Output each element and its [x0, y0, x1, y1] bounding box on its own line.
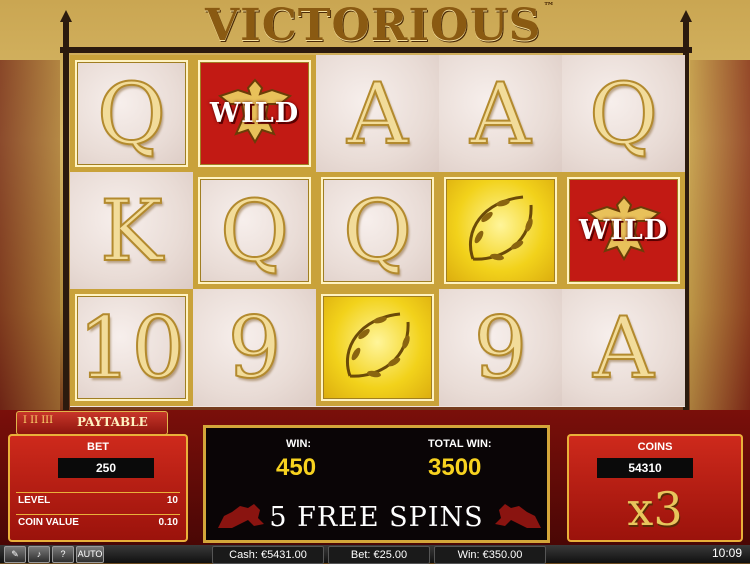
game-logo: VICTORIOUS ™ [205, 0, 554, 52]
reel-2-row-1-symbol: WILD [193, 55, 316, 172]
coin-value-row[interactable]: COIN VALUE 0.10 [16, 514, 180, 533]
reel-1-row-1-symbol: Q [70, 55, 193, 172]
reel-2-row-2-symbol: Q [193, 172, 316, 289]
symbol-letter: Q [219, 181, 290, 280]
wild-label: WILD [209, 98, 300, 129]
reel-4-row-3-symbol: 9 [439, 289, 562, 406]
level-value: 10 [166, 495, 178, 506]
paytable-label: PAYTABLE [77, 415, 148, 429]
reel-3-row-1-symbol: A [316, 55, 439, 172]
bet-value[interactable]: 250 [58, 458, 154, 478]
help-icon[interactable]: ? [52, 546, 74, 563]
reel-board: Q K 10 WILD Q 9 A Q A 9 Q WILD A [70, 55, 685, 407]
reel-2-row-3-symbol: 9 [193, 289, 316, 406]
bet-label: BET [87, 441, 109, 453]
wild-label: WILD [578, 215, 669, 246]
trademark-mark: ™ [543, 0, 556, 13]
win-display: WIN: 450 TOTAL WIN: 3500 5 FREE SPINS [203, 425, 550, 543]
clock: 10:09 [711, 546, 742, 560]
symbol-letter: 10 [77, 298, 186, 397]
settings-wrench-icon[interactable]: ✎ [4, 546, 26, 563]
win-label: WIN: [286, 438, 312, 450]
coins-panel: COINS 54310 x3 [567, 434, 743, 542]
coins-label: COINS [637, 441, 673, 453]
roman-numerals-icon: I II III [23, 415, 54, 426]
symbol-letter: 9 [227, 298, 282, 397]
total-win-value: 3500 [428, 454, 482, 481]
level-row[interactable]: LEVEL 10 [16, 492, 180, 511]
reel-1-row-3-symbol: 10 [70, 289, 193, 406]
reel-5-row-2-symbol: WILD [562, 172, 685, 289]
symbol-letter: Q [588, 64, 659, 163]
background-legion-right [690, 60, 750, 420]
reel-4-row-1-symbol: A [439, 55, 562, 172]
banner-pole-left [60, 10, 72, 440]
laurel-wreath-icon [453, 181, 549, 281]
banner-crossbar [60, 47, 692, 53]
laurel-wreath-icon [330, 298, 426, 398]
free-spins-banner: 5 FREE SPINS [269, 502, 484, 533]
win-value: 450 [276, 454, 317, 481]
total-win-label: TOTAL WIN: [428, 438, 492, 450]
win-display-bar: Win: €350.00 [434, 546, 546, 564]
bet-panel: BET 250 LEVEL 10 COIN VALUE 0.10 [8, 434, 188, 542]
bottom-status-bar: ✎ ♪ ? AUTO Cash: €5431.00 Bet: €25.00 Wi… [0, 545, 750, 564]
symbol-letter: K [99, 181, 164, 280]
paytable-button[interactable]: I II III PAYTABLE [16, 411, 168, 435]
multiplier-display: x3 [627, 482, 683, 536]
coins-value: 54310 [597, 458, 693, 478]
level-label: LEVEL [18, 495, 51, 506]
reel-5-row-1-symbol: Q [562, 55, 685, 172]
symbol-letter: A [592, 298, 655, 397]
symbol-letter: A [469, 64, 532, 163]
reel-3-row-2-symbol: Q [316, 172, 439, 289]
game-title: VICTORIOUS [205, 0, 542, 51]
coin-value-value: 0.10 [158, 517, 178, 528]
reel-4-row-2-symbol [439, 172, 562, 289]
reel-3-row-3-symbol [316, 289, 439, 406]
coin-value-label: COIN VALUE [18, 517, 79, 528]
symbol-letter: Q [96, 64, 167, 163]
reel-1-row-2-symbol: K [70, 172, 193, 289]
symbol-letter: A [346, 64, 409, 163]
cash-display: Cash: €5431.00 [212, 546, 324, 564]
bet-display: Bet: €25.00 [328, 546, 430, 564]
reel-5-row-3-symbol: A [562, 289, 685, 406]
background-legion-left [0, 60, 60, 420]
symbol-letter: Q [342, 181, 413, 280]
auto-icon[interactable]: AUTO [76, 546, 104, 563]
symbol-letter: 9 [473, 298, 528, 397]
sound-icon[interactable]: ♪ [28, 546, 50, 563]
